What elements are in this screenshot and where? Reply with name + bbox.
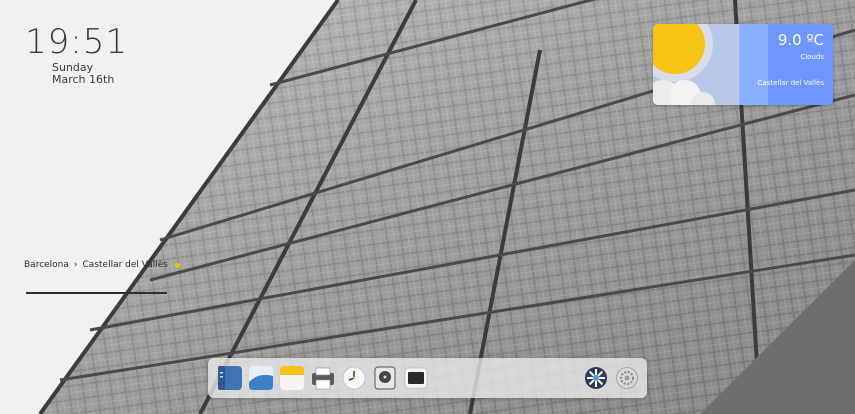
weather-widget[interactable]: 9.0 ºC Clouds Castellar del Vallès (653, 24, 833, 105)
terminal-icon[interactable] (404, 366, 428, 390)
file-manager-icon[interactable] (218, 366, 242, 390)
weather-temperature: 9.0 ºC (777, 31, 824, 49)
app-launcher-icon[interactable] (584, 366, 608, 390)
settings-icon[interactable] (615, 366, 639, 390)
clock-time: 19:51 (25, 22, 128, 62)
clock-icon[interactable] (342, 366, 366, 390)
dock (208, 358, 647, 398)
sun-cloud-icon (653, 24, 768, 105)
photos-icon[interactable] (249, 366, 273, 390)
location-city: Castellar del Vallès (82, 260, 168, 270)
breadcrumb-separator: › (73, 260, 78, 270)
location-region: Barcelona (24, 260, 69, 270)
weather-condition: Clouds (800, 53, 824, 61)
location-breadcrumb: Barcelona › Castellar del Vallès (24, 260, 180, 270)
weather-location: Castellar del Vallès (757, 79, 824, 87)
printer-icon[interactable] (311, 366, 335, 390)
clock-date: March 16th (52, 73, 115, 86)
notes-icon[interactable] (280, 366, 304, 390)
location-dot-icon (174, 262, 180, 268)
disk-icon[interactable] (373, 366, 397, 390)
location-underline (26, 292, 167, 294)
desktop-clock: 19:51 Sunday March 16th (25, 24, 128, 86)
